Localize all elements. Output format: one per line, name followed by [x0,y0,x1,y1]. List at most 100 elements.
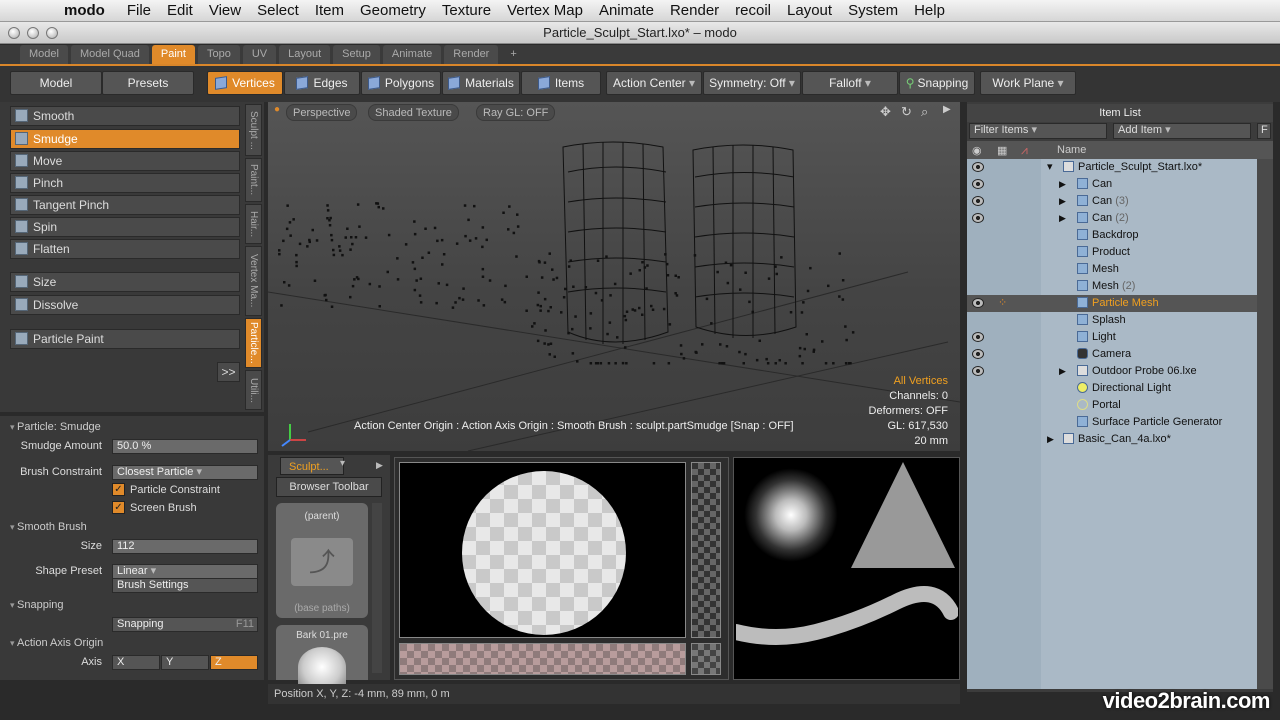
minimize-window-button[interactable] [27,27,39,39]
viewport-menu-arrow-icon[interactable]: ▶ [943,104,951,115]
expand-arrow-icon[interactable]: ▶ [1059,193,1066,210]
menu-texture[interactable]: Texture [434,2,499,19]
visibility-icon[interactable] [972,366,984,376]
list-item[interactable]: Portal [967,397,1273,414]
color-swatch[interactable] [691,643,721,675]
expand-arrow-icon[interactable]: ▶ [1059,210,1066,227]
browser-tab-menu-icon[interactable]: ▾ [340,458,345,469]
menu-animate[interactable]: Animate [591,2,662,19]
action-center-dropdown[interactable]: Action Center [606,71,702,95]
presets-button[interactable]: Presets [102,71,194,95]
vtab-sculpt[interactable]: Sculpt ... [245,104,262,156]
tab-topo[interactable]: Topo [197,45,240,64]
visibility-icon[interactable] [972,213,984,223]
list-item[interactable]: ▶ Can (3) [967,193,1273,210]
menu-item[interactable]: Item [307,2,352,19]
browser-toolbar-button[interactable]: Browser Toolbar [276,477,382,497]
visibility-icon[interactable] [972,349,984,359]
flatten-brush-button[interactable]: Flatten [10,239,240,259]
add-tab-button[interactable]: + [501,45,525,64]
tab-setup[interactable]: Setup [333,45,380,64]
brush-texture-preview[interactable] [399,462,686,638]
tangent-pinch-brush-button[interactable]: Tangent Pinch [10,195,240,215]
axis-y-button[interactable]: Y [161,655,209,670]
smudge-amount-field[interactable]: 50.0 % [112,439,258,454]
menu-render[interactable]: Render [662,2,727,19]
brush-constraint-dropdown[interactable]: Closest Particle [112,465,258,480]
edges-button[interactable]: Edges [284,71,360,95]
expand-arrow-icon[interactable]: ▶ [1059,363,1066,380]
bark-preset-tile[interactable]: Bark 01.pre [276,625,368,687]
menu-system[interactable]: System [840,2,906,19]
snapping-section[interactable]: Snapping [0,596,264,614]
lock-column-icon[interactable]: ▦ [997,144,1007,157]
expand-arrow-icon[interactable]: ▶ [1059,176,1066,193]
move-brush-button[interactable]: Move [10,151,240,171]
size-brush-button[interactable]: Size [10,272,240,292]
list-item[interactable]: Surface Particle Generator [967,414,1273,431]
visibility-icon[interactable] [972,196,984,206]
opacity-strip[interactable] [691,462,721,638]
snapping-button[interactable]: ⚲ Snapping [899,71,975,95]
expand-toolbox-button[interactable]: >> [217,362,240,382]
browser-tab-sculpt[interactable]: Sculpt... [280,457,344,475]
menu-edit[interactable]: Edit [159,2,201,19]
tab-uv[interactable]: UV [242,45,277,64]
viewport-options-icon[interactable]: ● [274,104,280,115]
spin-brush-button[interactable]: Spin [10,217,240,237]
rotate-icon[interactable]: ↻ [901,104,912,120]
tab-model[interactable]: Model [20,45,68,64]
smooth-brush-section[interactable]: Smooth Brush [0,518,264,536]
pan-icon[interactable]: ✥ [880,104,891,120]
model-button[interactable]: Model [10,71,102,95]
menu-geometry[interactable]: Geometry [352,2,434,19]
zoom-icon[interactable]: ⌕ [921,104,928,120]
items-button[interactable]: Items [521,71,601,95]
color-strip[interactable] [399,643,686,675]
list-item[interactable]: ▶ Outdoor Probe 06.lxe [967,363,1273,380]
add-item-dropdown[interactable]: Add Item [1113,123,1251,139]
brush-size-field[interactable]: 112 [112,539,258,554]
brush-settings-button[interactable]: Brush Settings [112,578,258,593]
zoom-window-button[interactable] [46,27,58,39]
visibility-icon[interactable] [972,162,984,172]
menu-file[interactable]: File [119,2,159,19]
render-column-icon[interactable]: ⩘ [1021,143,1028,158]
vtab-utilities[interactable]: Utili... [245,370,262,410]
soft-brush-shape[interactable] [736,460,846,570]
menu-recoil[interactable]: recoil [727,2,779,19]
list-item[interactable]: Mesh [967,261,1273,278]
visibility-icon[interactable] [972,179,984,189]
list-item[interactable]: Light [967,329,1273,346]
stroke-brush-shape[interactable] [728,572,959,678]
triangle-brush-shape[interactable] [848,460,958,570]
menu-help[interactable]: Help [906,2,953,19]
list-item[interactable]: Splash [967,312,1273,329]
list-item[interactable]: Mesh (2) [967,278,1273,295]
falloff-dropdown[interactable]: Falloff [802,71,898,95]
symmetry-dropdown[interactable]: Symmetry: Off [703,71,801,95]
screen-brush-checkbox[interactable]: ✓ [112,501,125,514]
dissolve-brush-button[interactable]: Dissolve [10,295,240,315]
menu-vertex-map[interactable]: Vertex Map [499,2,591,19]
polygons-button[interactable]: Polygons [361,71,441,95]
perspective-dropdown[interactable]: Perspective [286,104,358,121]
particle-smudge-section[interactable]: Particle: Smudge [0,418,264,436]
visibility-column-icon[interactable]: ◉ [972,144,982,157]
raygl-dropdown[interactable]: Ray GL: OFF [476,104,556,121]
browser-scrollbar[interactable] [372,503,382,673]
particle-constraint-checkbox[interactable]: ✓ [112,483,125,496]
vtab-vertex-map[interactable]: Vertex Ma... [245,246,262,316]
action-axis-section[interactable]: Action Axis Origin [0,634,264,652]
list-item[interactable]: Backdrop [967,227,1273,244]
menu-view[interactable]: View [201,2,249,19]
close-window-button[interactable] [8,27,20,39]
menu-select[interactable]: Select [249,2,307,19]
item-list-shortcut[interactable]: F [1257,123,1271,139]
tab-paint[interactable]: Paint [151,45,195,64]
smudge-brush-button[interactable]: Smudge [10,129,240,149]
snapping-toggle[interactable]: Snapping F11 [112,617,258,632]
vertices-button[interactable]: Vertices [207,71,283,95]
expand-arrow-icon[interactable]: ▾ [1047,159,1053,176]
3d-viewport[interactable]: All Vertices Channels: 0 Deformers: OFF … [268,102,960,451]
